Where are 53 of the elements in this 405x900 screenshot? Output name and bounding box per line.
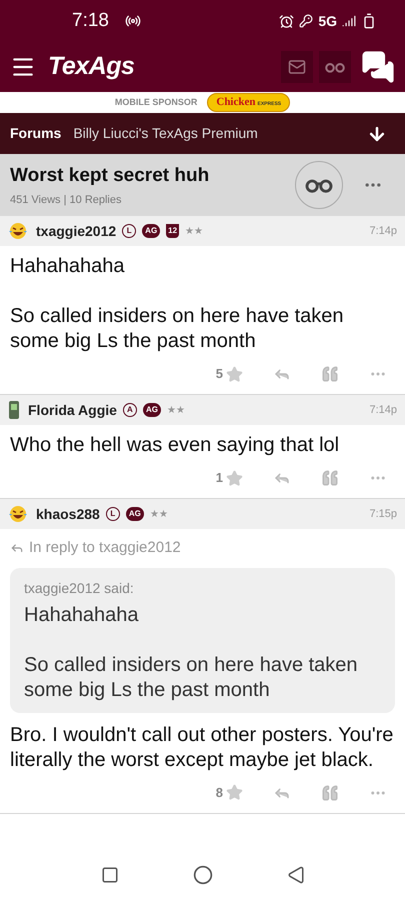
clock: 7:18 [72,8,109,33]
quote-text: Hahahahaha [24,602,140,628]
network-label: 5G [318,12,337,30]
username[interactable]: txaggie2012 [36,220,116,242]
key-icon [299,14,314,28]
rank-stars: ★★ [185,224,204,238]
badge: A [122,403,137,417]
post-text: So called insiders on here have taken some big Ls the past month [10,304,345,354]
post-text: Bro. I wouldn't call out other posters. You're literally the worst except maybe jet black. [10,722,394,772]
board-link[interactable]: Billy Liucci's TexAgs Premium [73,123,258,144]
rank-stars: ★★ [166,404,185,418]
binoculars-icon [325,61,345,73]
watch-button[interactable] [295,161,343,209]
badge: AG [142,403,161,417]
post-time: 7:15p [369,506,397,522]
laughing-face-icon [8,504,28,524]
post-time: 7:14p [369,224,397,239]
forums-link[interactable]: Forums [10,123,62,144]
quote-author: txaggie2012 said: [24,578,135,598]
post-time: 7:14p [369,402,397,418]
home-button[interactable] [192,865,212,885]
post-text: Hahahahaha [10,254,126,279]
badge: L [122,224,136,238]
binoculars-icon [305,177,333,193]
like-button[interactable]: 5 [216,364,243,384]
recents-button[interactable] [100,866,118,884]
star-icon [226,470,243,486]
star-icon [226,784,243,801]
quote-text: So called insiders on here have taken some big Ls the past month [24,652,359,702]
badge: AG [126,507,144,521]
laughing-face-icon [8,221,28,241]
rank-stars: ★★ [150,508,168,522]
mail-icon [288,58,306,76]
username[interactable]: khaos288 [36,504,100,524]
chat-icon[interactable] [361,50,395,84]
post-text: Who the hell was even saying that lol [10,433,340,458]
badge: 12 [166,224,180,238]
thread-title: Worst kept secret huh [10,164,210,188]
sponsor-label: MOBILE SPONSOR [114,96,198,109]
phone-icon [8,400,20,420]
signal-icon [342,14,356,28]
badge: L [106,507,120,521]
binoculars-button[interactable] [319,51,351,83]
like-button[interactable]: 1 [216,468,243,488]
thread-stats: 451 Views | 10 Replies [10,193,122,208]
like-button[interactable]: 8 [216,782,243,802]
badge: AG [142,224,160,238]
username[interactable]: Florida Aggie [28,400,117,420]
logo[interactable]: TexAgs [48,48,134,86]
back-button[interactable] [286,866,304,884]
star-icon [226,366,243,382]
messages-button[interactable] [281,51,313,83]
alarm-icon [279,14,294,28]
